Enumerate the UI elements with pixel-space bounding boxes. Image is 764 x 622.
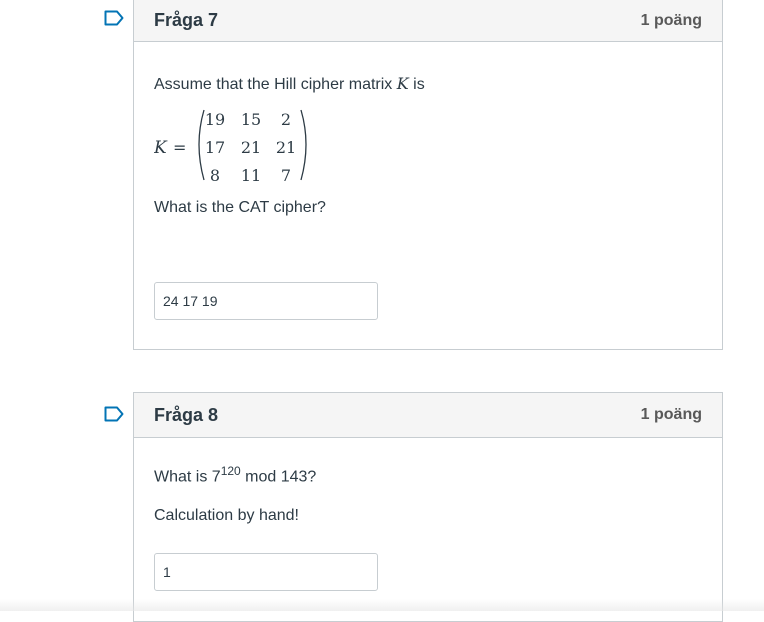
matrix-cell: 21 — [241, 138, 261, 157]
matrix-cell: 11 — [241, 166, 261, 184]
question-card-7: Fråga 7 1 poäng Assume that the Hill cip… — [133, 0, 723, 350]
question-title: Fråga 8 — [154, 404, 219, 425]
prompt-rest: mod 143? — [240, 468, 317, 486]
matrix-cell: 2 — [281, 110, 291, 129]
prompt-text: Assume that the Hill cipher matrix — [154, 76, 397, 93]
matrix-cell: 19 — [205, 110, 225, 129]
question-points: 1 poäng — [640, 11, 702, 29]
matrix-cell: 17 — [205, 138, 225, 157]
matrix-label: K — [154, 138, 168, 158]
question-note: Calculation by hand! — [154, 507, 299, 524]
question-points: 1 poäng — [640, 406, 702, 423]
answer-input[interactable] — [154, 282, 378, 320]
question-prompt: Assume that the Hill cipher matrix K is — [154, 74, 425, 94]
matrix-cell: 8 — [210, 166, 220, 184]
question-text: What is the CAT cipher? — [154, 199, 326, 216]
flag-question-icon[interactable] — [104, 10, 124, 26]
question-header: Fråga 7 1 poäng — [134, 0, 722, 42]
prompt-variable: K — [396, 74, 409, 93]
prompt-exponent: 120 — [220, 464, 241, 478]
question-header: Fråga 8 1 poäng — [134, 393, 722, 438]
question-card-8: Fråga 8 1 poäng What is 7120 mod 143? Ca… — [133, 392, 723, 622]
flag-question-icon[interactable] — [104, 406, 124, 422]
prompt-base: What is 7 — [154, 468, 221, 486]
matrix-cell: 15 — [241, 110, 261, 129]
answer-input[interactable] — [154, 553, 378, 591]
prompt-end: is — [408, 76, 425, 93]
matrix-cell: 7 — [281, 166, 291, 184]
left-bracket — [198, 109, 205, 181]
hill-cipher-matrix: K = 19 15 2 17 21 21 8 11 7 — [154, 109, 307, 184]
question-prompt: What is 7120 mod 143? — [154, 464, 316, 486]
right-bracket — [300, 109, 307, 181]
matrix-equals: = — [173, 138, 186, 157]
matrix-cell: 21 — [276, 138, 296, 157]
question-title: Fråga 7 — [154, 10, 219, 30]
